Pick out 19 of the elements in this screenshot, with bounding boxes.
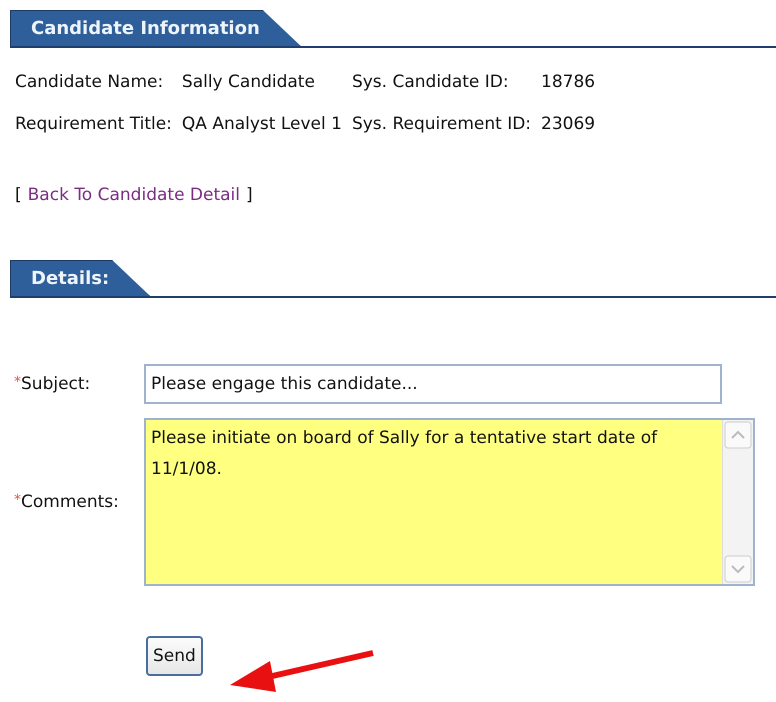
field-label: Requirement Title:: [15, 114, 172, 134]
back-link[interactable]: Back To Candidate Detail: [28, 185, 240, 205]
bracket: ]: [246, 185, 253, 205]
scroll-bar[interactable]: [722, 420, 753, 584]
comments-label: *Comments:: [14, 492, 120, 512]
field-value: 23069: [541, 114, 596, 134]
field-value: 18786: [541, 72, 596, 92]
field-label: Candidate Name:: [15, 72, 164, 92]
subject-label: *Subject:: [14, 374, 92, 394]
field-value: QA Analyst Level 1: [182, 114, 342, 134]
field-label: Sys. Candidate ID:: [352, 72, 510, 92]
send-button[interactable]: Send: [146, 636, 203, 676]
subject-field[interactable]: Please engage this candidate...: [144, 364, 722, 404]
comments-field[interactable]: Please initiate on board of Sally for a tentative start date of 11/1/08.: [144, 418, 755, 586]
scroll-up-icon[interactable]: [724, 421, 752, 449]
field-value: Sally Candidate: [182, 72, 316, 92]
field-label: Sys. Requirement ID:: [352, 114, 532, 134]
bracket: [: [15, 185, 22, 205]
scroll-down-icon[interactable]: [724, 555, 752, 583]
